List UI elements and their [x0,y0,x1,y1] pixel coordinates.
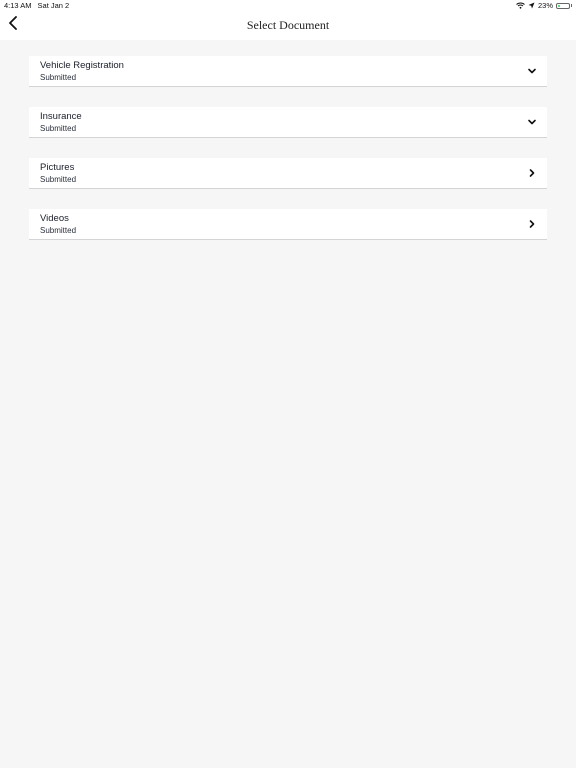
document-status: Submitted [40,73,77,82]
battery-tip [571,4,572,7]
status-bar: 4:13 AM Sat Jan 2 23% [0,0,576,12]
battery-fill [558,4,560,7]
list-item-pictures[interactable]: Pictures Submitted [29,158,547,189]
status-time: 4:13 AM [4,1,32,10]
document-name: Vehicle Registration [40,60,124,71]
chevron-down-icon[interactable] [527,66,537,76]
navigation-bar: Select Document [0,12,576,40]
document-status: Submitted [40,124,77,133]
battery-percent: 23% [537,1,553,10]
chevron-down-icon[interactable] [527,117,537,127]
document-list: Vehicle Registration Submitted Insurance… [29,56,547,260]
document-name: Videos [40,213,69,224]
location-arrow-icon [528,2,535,9]
document-name: Pictures [40,162,75,173]
list-item-insurance[interactable]: Insurance Submitted [29,107,547,138]
document-status: Submitted [40,175,77,184]
page-title: Select Document [246,18,330,32]
chevron-right-icon[interactable] [527,219,537,229]
document-name: Insurance [40,111,82,122]
battery-icon [556,2,570,9]
list-item-videos[interactable]: Videos Submitted [29,209,547,240]
wifi-icon [516,2,525,9]
status-right: 23% [516,1,572,10]
status-date: Sat Jan 2 [37,1,70,10]
status-left: 4:13 AM Sat Jan 2 [4,1,69,10]
document-status: Submitted [40,226,77,235]
chevron-right-icon[interactable] [527,168,537,178]
list-item-vehicle-registration[interactable]: Vehicle Registration Submitted [29,56,547,87]
